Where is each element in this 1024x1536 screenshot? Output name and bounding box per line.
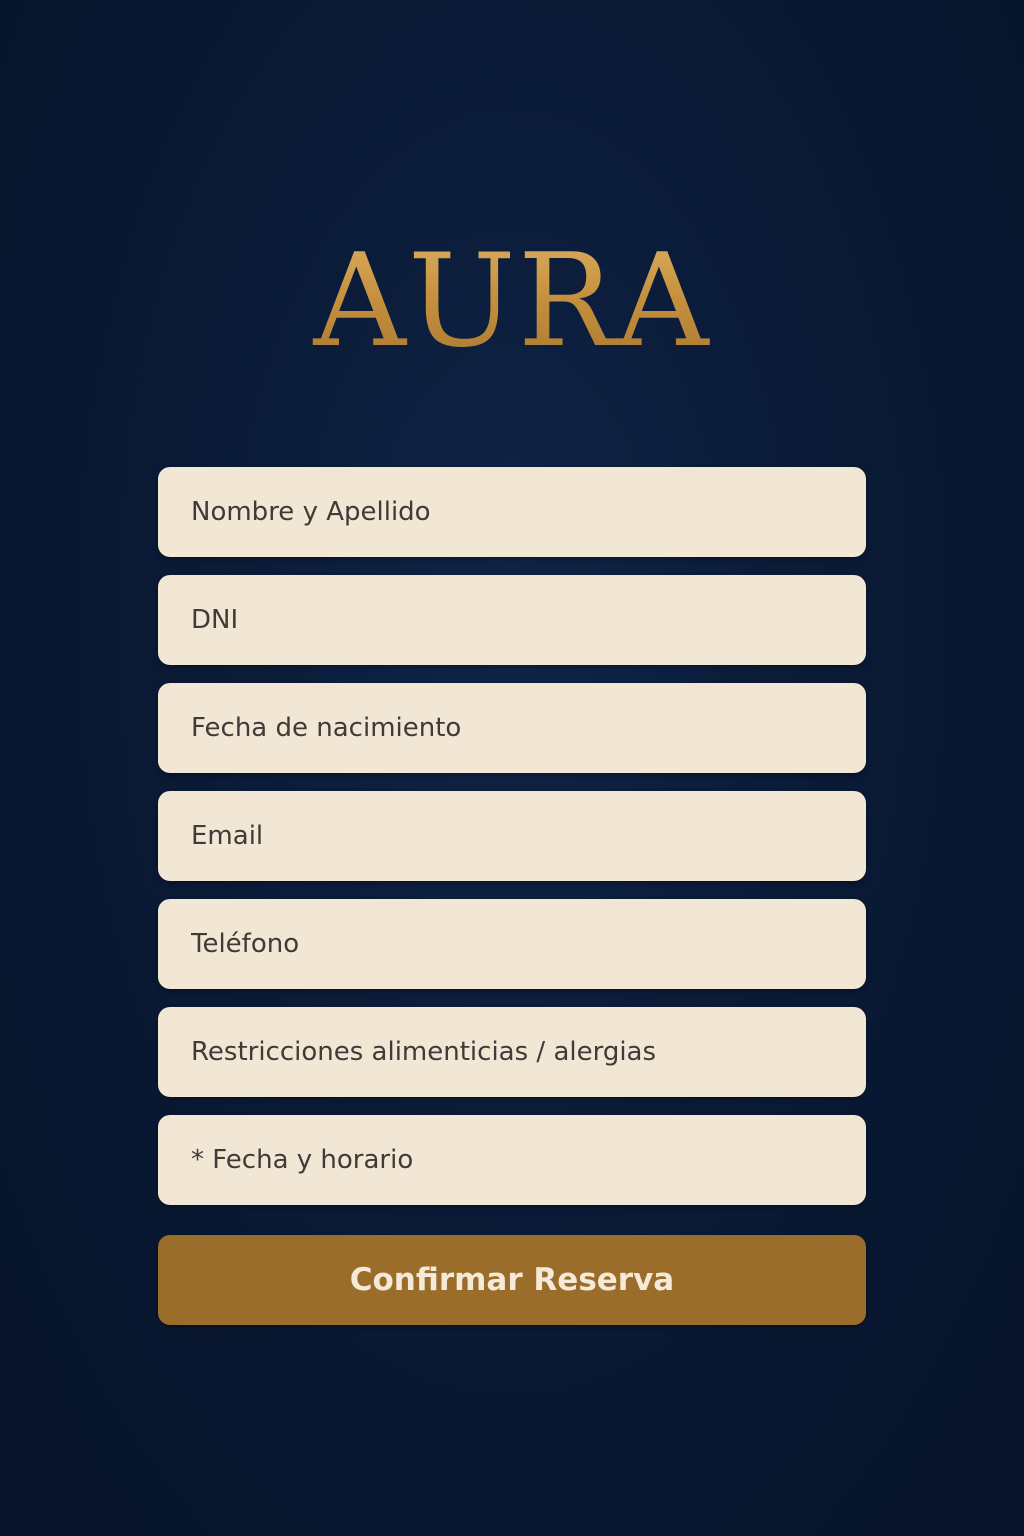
phone-input[interactable]: [158, 899, 866, 989]
dietary-restrictions-input[interactable]: [158, 1007, 866, 1097]
birth-date-input[interactable]: [158, 683, 866, 773]
brand-logo: AURA: [0, 232, 1024, 372]
dni-input[interactable]: [158, 575, 866, 665]
email-input[interactable]: [158, 791, 866, 881]
full-name-input[interactable]: [158, 467, 866, 557]
reservation-form: Confirmar Reserva: [158, 467, 866, 1325]
reservation-page: AURA Confirmar Reserva: [0, 0, 1024, 1536]
date-time-input[interactable]: [158, 1115, 866, 1205]
confirm-reservation-button[interactable]: Confirmar Reserva: [158, 1235, 866, 1325]
